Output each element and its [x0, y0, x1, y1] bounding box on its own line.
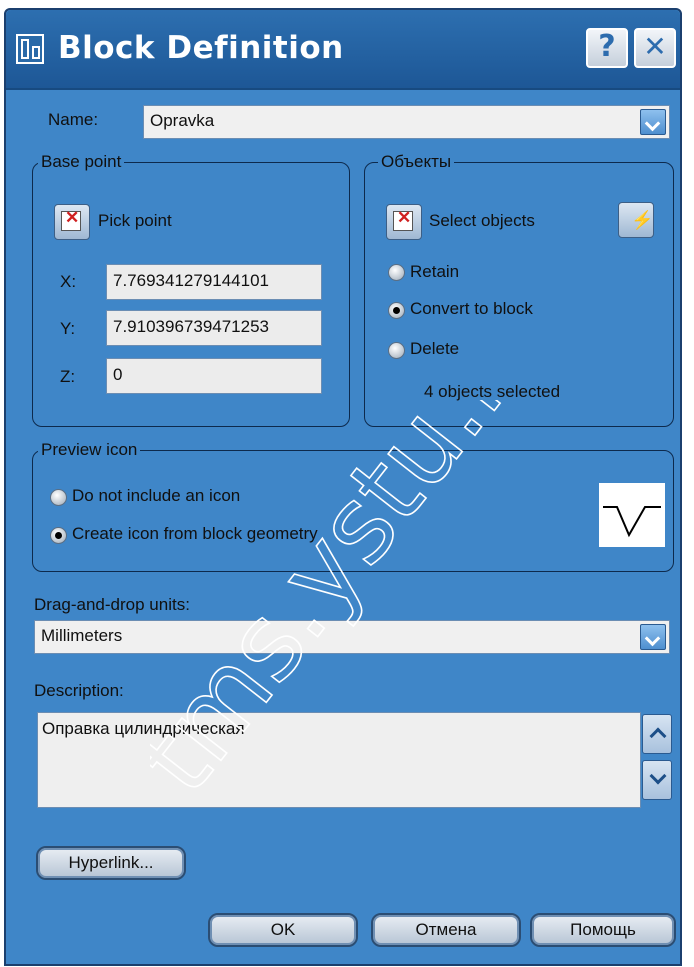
name-dropdown-arrow-icon[interactable] [640, 109, 666, 135]
description-label: Description: [34, 681, 124, 700]
x-value: 7.769341279144101 [113, 271, 269, 290]
pick-point-icon[interactable] [54, 204, 90, 240]
x-coordinate-field[interactable]: 7.769341279144101 [106, 264, 322, 300]
name-combobox[interactable]: Opravka [143, 105, 670, 139]
description-value: Оправка цилиндрическая [42, 719, 245, 738]
z-coordinate-field[interactable]: 0 [106, 358, 322, 394]
name-value: Opravka [150, 111, 215, 130]
objects-title: Объекты [378, 152, 455, 172]
units-label: Drag-and-drop units: [34, 595, 190, 614]
convert-to-block-radio[interactable] [388, 302, 405, 319]
z-value: 0 [113, 365, 123, 384]
preview-icon-group [32, 450, 674, 572]
convert-to-block-label[interactable]: Convert to block [410, 299, 533, 319]
delete-radio[interactable] [388, 342, 405, 359]
y-label: Y: [60, 319, 76, 338]
block-definition-dialog: Block Definition ? ✕ Name: Opravka Base … [4, 8, 682, 966]
cancel-button[interactable]: Отмена [371, 913, 521, 947]
no-icon-label[interactable]: Do not include an icon [72, 486, 240, 506]
base-point-title: Base point [38, 152, 125, 172]
units-combobox[interactable]: Millimeters [34, 620, 670, 654]
help-button[interactable]: Помощь [530, 913, 676, 947]
hyperlink-button[interactable]: Hyperlink... [36, 846, 186, 880]
y-value: 7.910396739471253 [113, 317, 269, 336]
retain-label[interactable]: Retain [410, 262, 459, 282]
create-icon-label[interactable]: Create icon from block geometry [72, 524, 318, 544]
select-objects-icon[interactable] [386, 204, 422, 240]
close-button[interactable]: ✕ [634, 28, 676, 68]
title-bar[interactable]: Block Definition ? ✕ [6, 10, 680, 90]
dialog-title: Block Definition [58, 30, 344, 66]
ok-button[interactable]: OK [208, 913, 358, 947]
scroll-up-icon[interactable] [642, 714, 672, 754]
units-dropdown-arrow-icon[interactable] [640, 624, 666, 650]
block-app-icon [16, 34, 44, 64]
create-icon-radio[interactable] [50, 527, 67, 544]
scroll-down-icon[interactable] [642, 760, 672, 800]
units-value: Millimeters [41, 626, 123, 645]
no-icon-radio[interactable] [50, 489, 67, 506]
z-label: Z: [60, 367, 76, 386]
block-preview-image [599, 483, 665, 547]
preview-icon-title: Preview icon [38, 440, 141, 460]
y-coordinate-field[interactable]: 7.910396739471253 [106, 310, 322, 346]
retain-radio[interactable] [388, 264, 405, 281]
delete-label[interactable]: Delete [410, 339, 459, 359]
description-textarea[interactable]: Оправка цилиндрическая [37, 712, 641, 808]
quick-select-icon[interactable] [618, 202, 654, 238]
select-objects-label[interactable]: Select objects [429, 211, 535, 231]
name-label: Name: [48, 110, 99, 129]
help-title-button[interactable]: ? [586, 28, 628, 68]
objects-selected-status: 4 objects selected [424, 382, 561, 401]
pick-point-label[interactable]: Pick point [98, 211, 172, 231]
x-label: X: [60, 272, 77, 291]
